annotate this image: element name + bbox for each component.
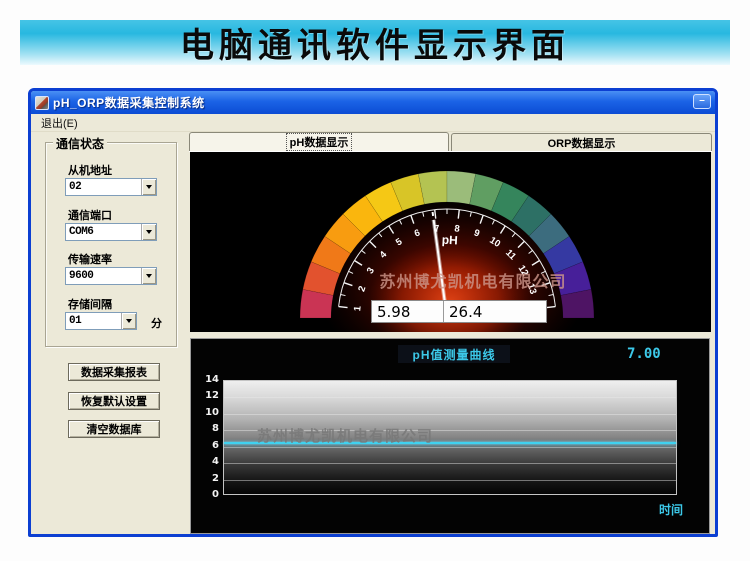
chevron-down-icon[interactable] (141, 224, 156, 240)
watermark-text: 苏州博尤凯机电有限公司 (257, 428, 434, 445)
slave-address-label: 从机地址 (68, 165, 112, 177)
baud-rate-select[interactable]: 9600 (65, 267, 157, 285)
data-report-button[interactable]: 数据采集报表 (68, 363, 160, 381)
temperature-readout: 26.4 (449, 302, 483, 321)
gauge-unit-label: pH (441, 233, 458, 248)
ph-readout: 5.98 (372, 301, 444, 322)
com-port-label: 通信端口 (68, 210, 112, 222)
page-banner: 电脑通讯软件显示界面 (20, 20, 730, 65)
chevron-down-icon[interactable] (141, 268, 156, 284)
chart-title: pH值测量曲线 (398, 345, 510, 363)
gridline (224, 479, 676, 481)
y-axis-tick-label: 6 (212, 439, 219, 451)
window-control-button[interactable]: – (693, 94, 711, 109)
watermark-text: 苏州博尤凯机电有限公司 (379, 274, 567, 291)
gauge-tick (546, 305, 556, 309)
baud-rate-value: 9600 (69, 270, 94, 282)
chevron-down-icon[interactable] (141, 179, 156, 195)
restore-defaults-button[interactable]: 恢复默认设置 (68, 392, 160, 410)
tab-control: pH数据显示 ORP数据显示 1234567891011121314pH 苏州博… (189, 132, 712, 534)
x-axis-label: 时间 (659, 503, 684, 517)
gauge-needle-tip (431, 211, 435, 217)
com-port-value: COM6 (69, 226, 94, 238)
title-bar[interactable]: pH_ORP数据采集控制系统 – (31, 91, 715, 114)
menu-item-exit[interactable]: 退出(E) (37, 114, 82, 132)
gridline (224, 446, 676, 448)
y-axis-tick-label: 0 (212, 489, 219, 500)
com-port-select[interactable]: COM6 (65, 223, 157, 241)
page: 电脑通讯软件显示界面 pH_ORP数据采集控制系统 – 退出(E) 通信状态 从… (0, 0, 750, 561)
gridline (224, 397, 676, 399)
y-axis-tick-label: 8 (212, 423, 219, 435)
slave-address-value: 02 (69, 181, 82, 193)
gauge-tick (338, 305, 348, 309)
ph-gauge-panel: 1234567891011121314pH 苏州博尤凯机电有限公司 5.98 2… (190, 152, 711, 332)
gauge-readouts: 5.98 26.4 (371, 300, 547, 323)
tab-body: 1234567891011121314pH 苏州博尤凯机电有限公司 5.98 2… (189, 151, 712, 534)
clear-database-button[interactable]: 清空数据库 (68, 420, 160, 438)
store-interval-label: 存储间隔 (68, 299, 112, 311)
chart-current-value: 7.00 (627, 346, 661, 362)
y-axis-tick-label: 2 (212, 472, 219, 484)
banner-title: 电脑通讯软件显示界面 (180, 28, 570, 65)
window-title: pH_ORP数据采集控制系统 (53, 96, 205, 110)
baud-rate-label: 传输速率 (68, 254, 112, 266)
slave-address-select[interactable]: 02 (65, 178, 157, 196)
y-axis-tick-label: 10 (205, 406, 219, 418)
menu-bar: 退出(E) (31, 114, 715, 132)
gridline (224, 413, 676, 415)
gridline (224, 463, 676, 465)
y-axis-tick-label: 14 (205, 374, 219, 385)
app-window: pH_ORP数据采集控制系统 – 退出(E) 通信状态 从机地址 02 通信端口… (28, 88, 718, 537)
store-interval-select[interactable]: 01 (65, 312, 137, 330)
tab-ph-display[interactable]: pH数据显示 (189, 132, 449, 151)
tab-orp-display[interactable]: ORP数据显示 (451, 133, 712, 151)
minutes-unit-label: 分 (151, 318, 162, 330)
chevron-down-icon[interactable] (121, 313, 136, 329)
store-interval-value: 01 (69, 315, 82, 327)
y-axis-tick-label: 12 (205, 390, 219, 402)
y-axis-tick-label: 4 (212, 456, 219, 468)
groupbox-title: 通信状态 (53, 135, 108, 152)
tab-ph-label: pH数据显示 (285, 133, 353, 151)
client-area: 通信状态 从机地址 02 通信端口 COM6 传输速率 9600 存储间隔 01 (31, 132, 715, 534)
app-icon (35, 95, 49, 110)
ph-trend-chart-panel: pH值测量曲线 7.00 苏州博尤凯机电有限公司 时间 14 12 10 8 6 4 2 0 (190, 338, 710, 534)
tab-orp-label: ORP数据显示 (547, 137, 616, 150)
